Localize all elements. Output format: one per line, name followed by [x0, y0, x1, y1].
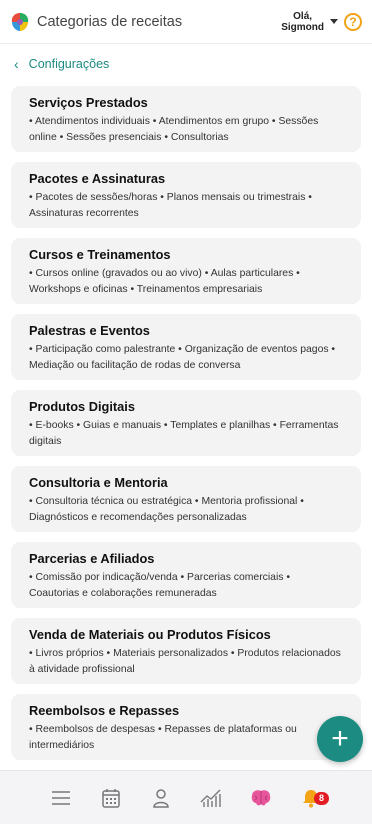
category-title: Produtos Digitais: [29, 399, 135, 414]
category-title: Reembolsos e Repasses: [29, 703, 180, 718]
help-icon[interactable]: ?: [344, 12, 362, 31]
bottom-nav: 8: [0, 770, 372, 824]
add-category-button[interactable]: +: [317, 716, 363, 762]
category-card[interactable]: Reembolsos e Repasses • Reembolsos de de…: [11, 694, 361, 760]
brain-icon[interactable]: [236, 783, 286, 813]
category-description: • Consultoria técnica ou estratégica • M…: [29, 496, 304, 523]
category-card[interactable]: Parcerias e Afiliados • Comissão por ind…: [11, 542, 361, 608]
breadcrumb-label: Configurações: [28, 57, 110, 71]
category-title: Parcerias e Afiliados: [29, 551, 155, 566]
category-description: • Livros próprios • Materiais personaliz…: [29, 648, 341, 675]
notification-badge: 8: [314, 791, 330, 805]
category-title: Venda de Materiais ou Produtos Físicos: [29, 627, 271, 642]
category-description: • E-books • Guias e manuais • Templates …: [29, 420, 339, 447]
category-description: • Atendimentos individuais • Atendimento…: [29, 116, 319, 143]
user-name: Sigmond: [281, 21, 324, 33]
category-description: • Cursos online (gravados ou ao vivo) • …: [29, 268, 300, 295]
chevron-left-icon: ‹: [14, 56, 19, 72]
category-card[interactable]: Palestras e Eventos • Participação como …: [11, 314, 361, 380]
category-card[interactable]: Pacotes e Assinaturas • Pacotes de sessõ…: [11, 162, 361, 228]
category-card[interactable]: Produtos Digitais • E-books • Guias e ma…: [11, 390, 361, 456]
user-icon[interactable]: [136, 783, 186, 813]
category-description: • Comissão por indicação/venda • Parceri…: [29, 572, 290, 599]
app-header: Categorias de receitas Olá, Sigmond ?: [0, 0, 372, 44]
chevron-down-icon[interactable]: [330, 19, 338, 24]
category-description: • Reembolsos de despesas • Repasses de p…: [29, 724, 297, 751]
category-title: Palestras e Eventos: [29, 323, 150, 338]
category-title: Pacotes e Assinaturas: [29, 171, 166, 186]
calendar-icon[interactable]: [86, 783, 136, 813]
bell-icon[interactable]: 8: [286, 783, 336, 813]
breadcrumb-back-link[interactable]: ‹ Configurações: [14, 56, 109, 72]
category-description: • Pacotes de sessões/horas • Planos mens…: [29, 192, 312, 219]
page-title: Categorias de receitas: [37, 13, 183, 30]
category-card[interactable]: Consultoria e Mentoria • Consultoria téc…: [11, 466, 361, 532]
category-card[interactable]: Venda de Materiais ou Produtos Físicos •…: [11, 618, 361, 684]
category-title: Serviços Prestados: [29, 95, 148, 110]
app-logo-icon: [10, 11, 30, 33]
category-title: Consultoria e Mentoria: [29, 475, 168, 490]
category-card[interactable]: Serviços Prestados • Atendimentos indivi…: [11, 86, 361, 152]
user-menu[interactable]: Olá, Sigmond: [281, 11, 324, 33]
category-list: Serviços Prestados • Atendimentos indivi…: [11, 86, 361, 770]
category-title: Cursos e Treinamentos: [29, 247, 171, 262]
menu-icon[interactable]: [36, 783, 86, 813]
user-greeting: Olá,: [293, 10, 313, 22]
chart-icon[interactable]: [186, 783, 236, 813]
category-card[interactable]: Cursos e Treinamentos • Cursos online (g…: [11, 238, 361, 304]
category-description: • Participação como palestrante • Organi…: [29, 344, 336, 371]
